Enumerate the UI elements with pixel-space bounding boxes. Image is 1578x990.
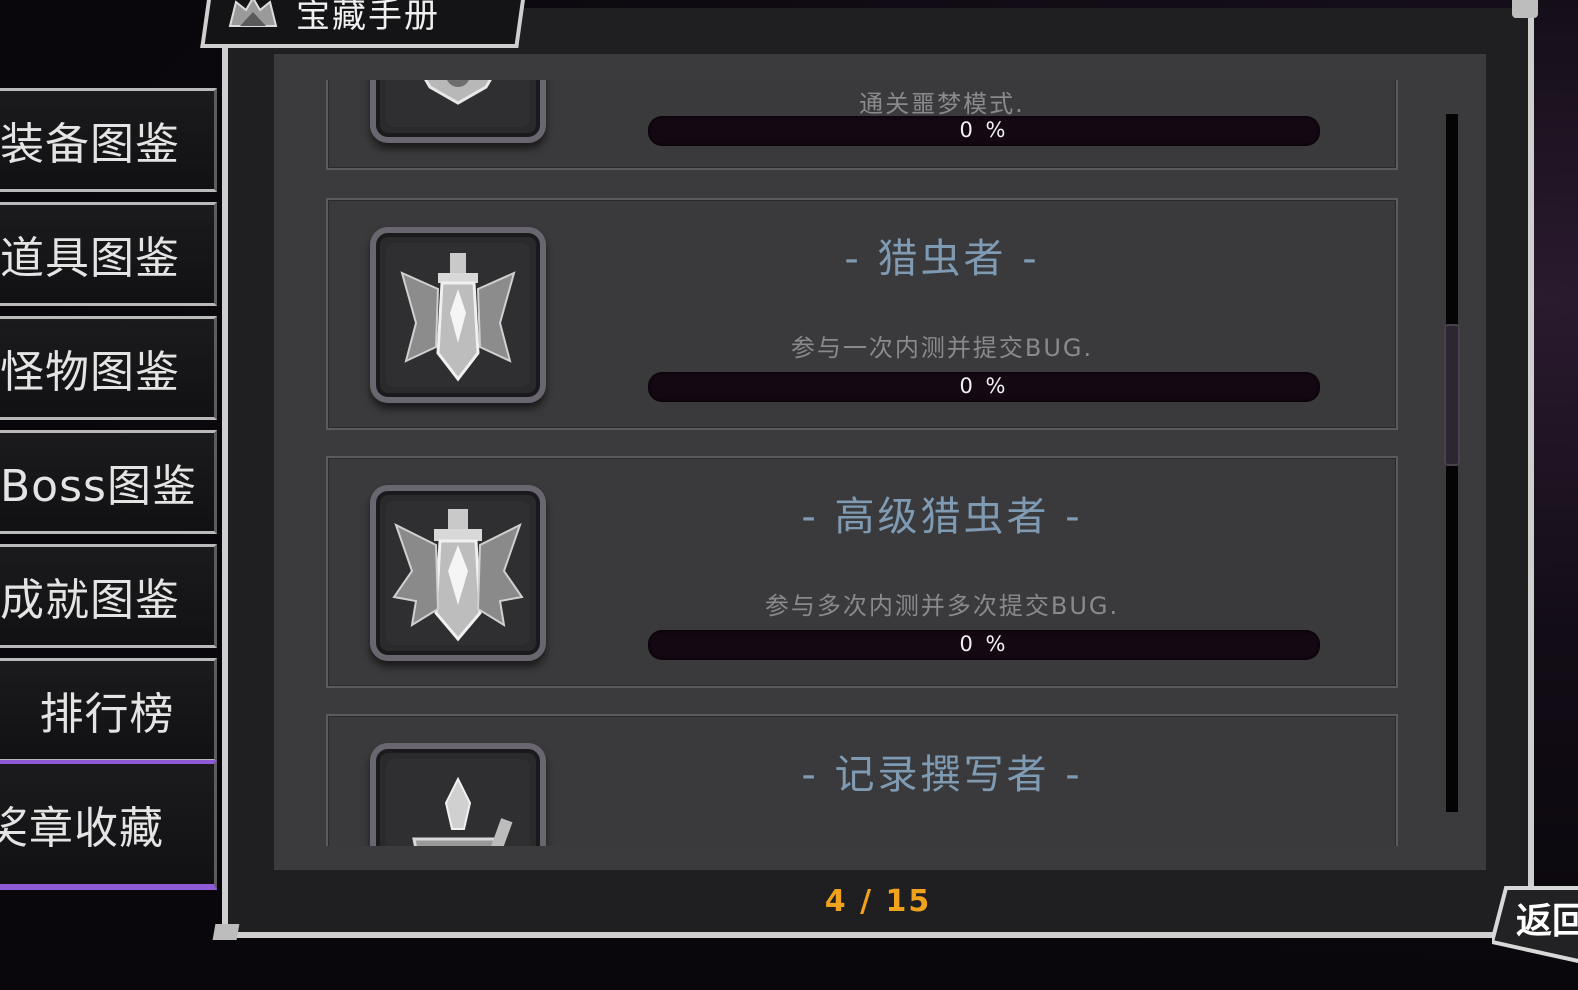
achievement-badge (370, 743, 546, 846)
sidebar-item-items[interactable]: 道具图鉴 (0, 202, 217, 306)
achievement-badge (370, 485, 546, 661)
sidebar-item-medals[interactable]: 奖章收藏 (0, 760, 217, 890)
sidebar-item-monsters[interactable]: 怪物图鉴 (0, 316, 217, 420)
achievement-title: - 高级猎虫者 - (801, 494, 1083, 540)
game-screen: 装备图鉴 道具图鉴 怪物图鉴 Boss图鉴 成就图鉴 排行榜 奖章收藏 宝藏手册 (0, 0, 1578, 990)
back-button[interactable]: 返回 (1492, 884, 1578, 964)
achievement-title: - 猎虫者 - (844, 236, 1040, 282)
achievement-description: 通关噩梦模式. (859, 90, 1025, 118)
sidebar-item-equipment[interactable]: 装备图鉴 (0, 88, 217, 192)
achievement-badge (370, 80, 546, 143)
frame-corner-ornament (212, 924, 240, 940)
achievement-description: 参与一次内测并提交BUG. (790, 334, 1094, 362)
page-indicator: 4 / 15 (824, 884, 932, 919)
achievement-title: - 记录撰写者 - (801, 752, 1083, 798)
sidebar-item-label: Boss图鉴 (0, 461, 197, 512)
achievement-card[interactable]: 通关噩梦模式. 0 % (326, 80, 1398, 170)
achievement-progress-bar: 0 % (648, 372, 1320, 402)
frame-corner-ornament (1512, 0, 1538, 18)
achievement-description: 参与多次内测并多次提交BUG. (764, 592, 1120, 620)
achievement-card[interactable]: - 记录撰写者 - (326, 714, 1398, 846)
progress-text: 0 % (959, 374, 1009, 398)
sidebar-item-label: 装备图鉴 (0, 119, 180, 170)
progress-text: 0 % (959, 632, 1009, 656)
achievement-card[interactable]: - 高级猎虫者 - 参与多次内测并多次提交BUG. 0 % (326, 456, 1398, 688)
achievement-progress-bar: 0 % (648, 116, 1320, 146)
scrollbar-thumb[interactable] (1444, 324, 1460, 466)
sidebar-item-bosses[interactable]: Boss图鉴 (0, 430, 217, 534)
treasure-book-icon (228, 0, 278, 27)
sidebar-item-achievements[interactable]: 成就图鉴 (0, 544, 217, 648)
back-button-label: 返回 (1516, 901, 1578, 942)
senior-bug-hunter-emblem-icon (392, 509, 524, 642)
achievement-list[interactable]: 通关噩梦模式. 0 % - 猎虫者 - 参与一次内测并提交BUG. 0 % - … (326, 80, 1400, 846)
achievement-card[interactable]: - 猎虫者 - 参与一次内测并提交BUG. 0 % (326, 198, 1398, 430)
page-title: 宝藏手册 (296, 0, 440, 36)
sidebar-item-label: 成就图鉴 (0, 575, 180, 626)
sidebar-item-leaderboard[interactable]: 排行榜 (0, 658, 217, 762)
lotus-emblem-icon (424, 80, 492, 105)
sidebar-item-label: 怪物图鉴 (0, 347, 180, 398)
sidebar-item-label: 排行榜 (39, 689, 175, 740)
achievement-progress-bar: 0 % (648, 630, 1320, 660)
progress-text: 0 % (959, 118, 1009, 142)
achievement-badge (370, 227, 546, 403)
quill-shield-emblem-icon (412, 776, 513, 846)
bug-hunter-emblem-icon (400, 253, 516, 382)
sidebar-item-label: 道具图鉴 (0, 233, 180, 284)
sidebar-item-label: 奖章收藏 (0, 803, 164, 854)
